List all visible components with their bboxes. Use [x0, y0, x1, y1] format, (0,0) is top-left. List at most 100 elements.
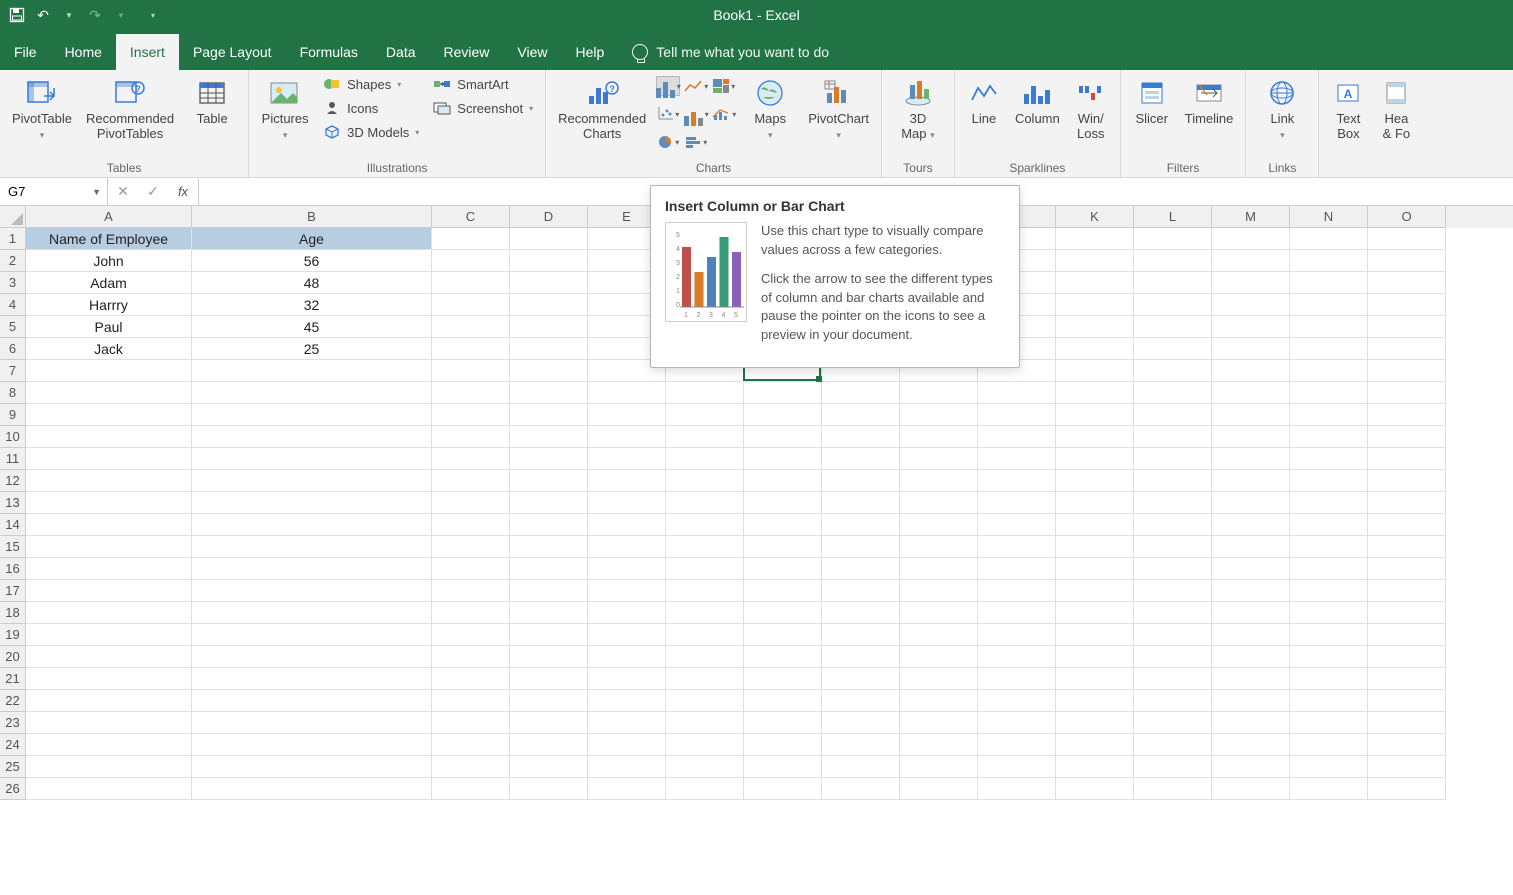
stock-chart-button[interactable]: ▾: [684, 104, 708, 124]
cell[interactable]: [822, 734, 900, 756]
cell[interactable]: [978, 426, 1056, 448]
cell[interactable]: 48: [192, 272, 432, 294]
cell[interactable]: [1368, 272, 1446, 294]
cell[interactable]: [666, 646, 744, 668]
row-header[interactable]: 24: [0, 734, 26, 756]
cell[interactable]: [1290, 514, 1368, 536]
row-header[interactable]: 23: [0, 712, 26, 734]
cell[interactable]: [1212, 360, 1290, 382]
tab-home[interactable]: Home: [51, 34, 116, 70]
cell[interactable]: [822, 448, 900, 470]
cell[interactable]: [1212, 382, 1290, 404]
pictures-button[interactable]: Pictures▾: [255, 72, 315, 146]
cell[interactable]: [1056, 360, 1134, 382]
cell[interactable]: [1212, 712, 1290, 734]
cell[interactable]: [26, 778, 192, 800]
cell[interactable]: [432, 580, 510, 602]
column-header[interactable]: C: [432, 206, 510, 228]
cell[interactable]: [1134, 426, 1212, 448]
cell[interactable]: [26, 536, 192, 558]
cell[interactable]: [588, 382, 666, 404]
cell[interactable]: [26, 404, 192, 426]
cell[interactable]: [822, 382, 900, 404]
cell[interactable]: [900, 602, 978, 624]
row-header[interactable]: 6: [0, 338, 26, 360]
cell[interactable]: [900, 558, 978, 580]
cell[interactable]: [588, 624, 666, 646]
cell[interactable]: [900, 712, 978, 734]
cell[interactable]: [822, 756, 900, 778]
cell[interactable]: [1368, 668, 1446, 690]
cell[interactable]: [822, 624, 900, 646]
cell[interactable]: [744, 536, 822, 558]
pivotchart-button[interactable]: PivotChart▾: [802, 72, 875, 146]
slicer-button[interactable]: Slicer: [1127, 72, 1177, 131]
cell[interactable]: [978, 470, 1056, 492]
cell[interactable]: [510, 558, 588, 580]
cell[interactable]: [1368, 756, 1446, 778]
undo-dropdown-icon[interactable]: ▼: [60, 6, 78, 24]
cell[interactable]: [26, 646, 192, 668]
cell[interactable]: [1134, 228, 1212, 250]
cell[interactable]: [1134, 558, 1212, 580]
cell[interactable]: [432, 734, 510, 756]
cell[interactable]: [900, 382, 978, 404]
cell[interactable]: [1212, 778, 1290, 800]
cell[interactable]: [1368, 426, 1446, 448]
cell[interactable]: [666, 668, 744, 690]
cell[interactable]: [432, 536, 510, 558]
cell[interactable]: [510, 690, 588, 712]
cell[interactable]: [1368, 294, 1446, 316]
cell[interactable]: [1134, 668, 1212, 690]
cell[interactable]: [1056, 778, 1134, 800]
cell[interactable]: [900, 426, 978, 448]
row-header[interactable]: 12: [0, 470, 26, 492]
cell[interactable]: [978, 492, 1056, 514]
cell[interactable]: [510, 756, 588, 778]
undo-icon[interactable]: ↶: [34, 6, 52, 24]
cell[interactable]: [26, 690, 192, 712]
cell[interactable]: [432, 602, 510, 624]
cell[interactable]: [1134, 646, 1212, 668]
textbox-button[interactable]: AText Box: [1325, 72, 1371, 146]
cell[interactable]: [1368, 646, 1446, 668]
cell[interactable]: [1212, 404, 1290, 426]
cell[interactable]: [1368, 514, 1446, 536]
cell[interactable]: [510, 624, 588, 646]
cell[interactable]: [192, 690, 432, 712]
cell[interactable]: [1056, 558, 1134, 580]
cell[interactable]: [510, 272, 588, 294]
fx-icon[interactable]: fx: [168, 184, 198, 199]
cell[interactable]: [1134, 316, 1212, 338]
cell[interactable]: [900, 492, 978, 514]
smartart-button[interactable]: SmartArt: [427, 72, 539, 96]
cell[interactable]: [744, 470, 822, 492]
cell[interactable]: [192, 624, 432, 646]
cell[interactable]: [1290, 690, 1368, 712]
bar-chart-button[interactable]: ▾: [684, 132, 708, 152]
cell[interactable]: [1212, 558, 1290, 580]
cell[interactable]: [1056, 338, 1134, 360]
cell[interactable]: [1056, 690, 1134, 712]
cell[interactable]: [510, 514, 588, 536]
cell[interactable]: [588, 514, 666, 536]
cell[interactable]: [1134, 470, 1212, 492]
cell[interactable]: [1212, 492, 1290, 514]
cell[interactable]: [26, 668, 192, 690]
cell[interactable]: [432, 404, 510, 426]
cell[interactable]: Harrry: [26, 294, 192, 316]
cell[interactable]: [978, 778, 1056, 800]
cell[interactable]: [1212, 602, 1290, 624]
cell[interactable]: [432, 382, 510, 404]
column-header[interactable]: M: [1212, 206, 1290, 228]
cell[interactable]: [666, 690, 744, 712]
qat-customize-icon[interactable]: ▾: [144, 6, 162, 24]
cell[interactable]: [1134, 382, 1212, 404]
cell[interactable]: [192, 778, 432, 800]
cell[interactable]: [822, 668, 900, 690]
icons-button[interactable]: Icons: [317, 96, 425, 120]
cell[interactable]: [978, 602, 1056, 624]
cell[interactable]: [432, 250, 510, 272]
cell[interactable]: [192, 646, 432, 668]
cell[interactable]: [1368, 338, 1446, 360]
